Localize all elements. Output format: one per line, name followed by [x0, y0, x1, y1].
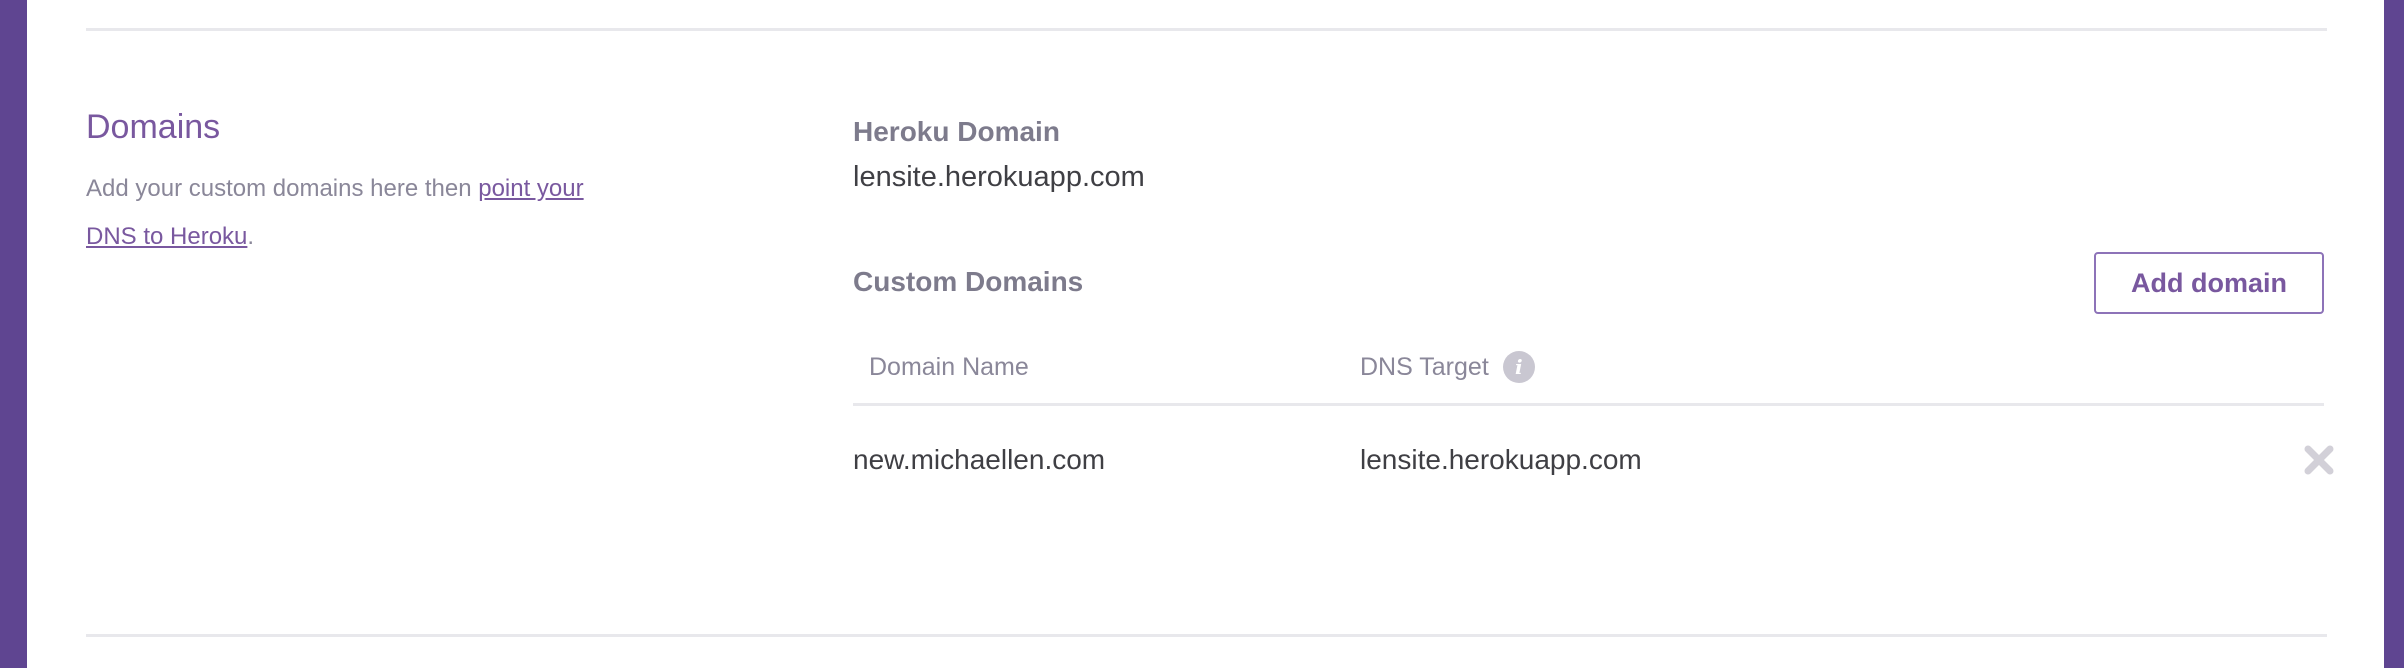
dns-target-header-label: DNS Target: [1360, 353, 1489, 381]
section-description: Add your custom domains here then point …: [86, 165, 606, 261]
add-domain-button[interactable]: Add domain: [2094, 252, 2324, 314]
settings-panel: Domains Add your custom domains here the…: [27, 0, 2384, 668]
section-title: Domains: [86, 108, 221, 146]
dns-target-cell: lensite.herokuapp.com: [1360, 444, 1642, 475]
column-header-dns-target: DNS Target i: [1360, 351, 1535, 383]
domain-name-cell: new.michaellen.com: [853, 444, 1106, 475]
column-header-domain-name: Domain Name: [869, 353, 1029, 381]
section-divider-top: [86, 28, 2327, 31]
section-divider-bottom: [86, 634, 2327, 637]
heroku-domain-label: Heroku Domain: [853, 116, 1060, 147]
info-icon[interactable]: i: [1502, 351, 1535, 383]
custom-domains-label: Custom Domains: [853, 266, 1084, 297]
table-row: new.michaellen.com lensite.herokuapp.com: [853, 440, 2334, 480]
close-icon[interactable]: [2302, 443, 2336, 477]
heroku-domain-value: lensite.herokuapp.com: [853, 161, 1145, 193]
table-header-divider: [853, 403, 2324, 406]
description-prefix: Add your custom domains here then: [86, 175, 479, 202]
description-suffix: .: [247, 223, 255, 250]
